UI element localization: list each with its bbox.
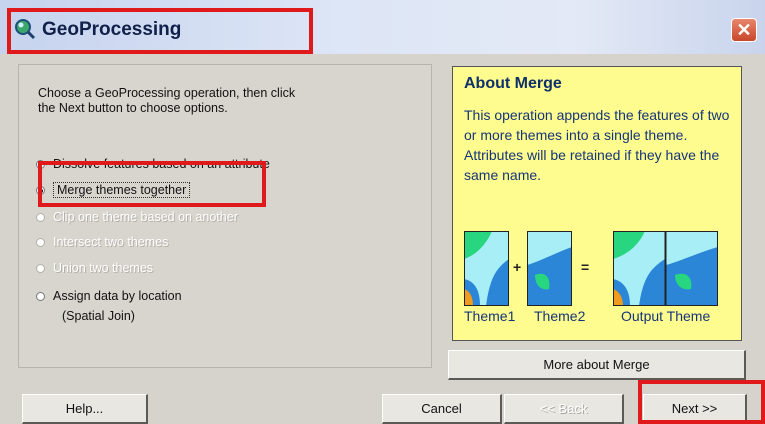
instructions-text: Choose a GeoProcessing operation, then c… <box>38 86 296 115</box>
help-button[interactable]: Help... <box>22 394 148 424</box>
theme2-caption: Theme2 <box>534 308 586 324</box>
title-highlight-box <box>7 8 313 54</box>
radio-button <box>36 238 45 248</box>
cancel-button[interactable]: Cancel <box>382 394 502 424</box>
next-button-highlight-box <box>638 380 765 424</box>
radio-button <box>36 213 45 223</box>
radio-button <box>36 264 45 274</box>
close-icon: ✕ <box>736 20 752 40</box>
more-about-merge-button[interactable]: More about Merge <box>448 350 746 380</box>
plus-sign: + <box>513 259 522 275</box>
option-label: Intersect two themes <box>53 235 169 249</box>
about-merge-panel: About Merge This operation appends the f… <box>452 66 742 341</box>
theme1-map-icon <box>464 231 509 306</box>
equals-sign: = <box>581 259 590 275</box>
close-button[interactable]: ✕ <box>731 18 757 42</box>
option-assign-data-line2[interactable]: (Spatial Join) <box>62 309 135 323</box>
radio-button[interactable] <box>36 292 45 302</box>
about-description: This operation appends the features of t… <box>464 107 730 183</box>
back-button: << Back <box>504 394 624 424</box>
option-label: Clip one theme based on another <box>53 210 238 224</box>
option-clip: Clip one theme based on another <box>36 210 238 224</box>
theme2-map-icon <box>527 231 572 306</box>
option-label: Union two themes <box>53 261 154 275</box>
theme1-caption: Theme1 <box>464 308 516 324</box>
merge-option-highlight-box <box>38 161 266 207</box>
option-assign-data[interactable]: Assign data by location <box>36 289 182 303</box>
option-union: Union two themes <box>36 261 153 275</box>
geoprocessing-dialog: GeoProcessing ✕ Choose a GeoProcessing o… <box>0 0 765 424</box>
output-theme-map-icon <box>613 231 718 306</box>
output-theme-caption: Output Theme <box>621 308 711 324</box>
about-title: About Merge <box>464 75 562 92</box>
option-label: Assign data by location <box>53 289 182 303</box>
option-intersect: Intersect two themes <box>36 235 168 249</box>
